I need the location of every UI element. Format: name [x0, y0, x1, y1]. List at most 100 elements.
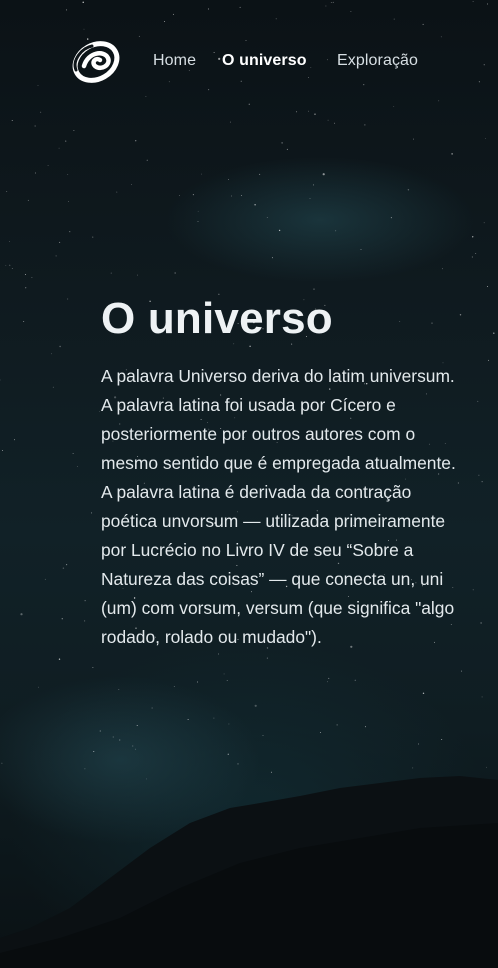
star: [422, 692, 425, 694]
star: [9, 241, 11, 243]
star: [461, 670, 463, 672]
star: [137, 274, 138, 276]
star: [99, 411, 101, 413]
star: [50, 353, 52, 355]
star: [20, 613, 23, 616]
star: [164, 21, 166, 22]
star: [93, 751, 95, 752]
star: [223, 673, 225, 675]
star: [23, 321, 25, 323]
star: [472, 236, 474, 238]
star: [328, 677, 330, 679]
star: [172, 13, 174, 15]
star: [475, 252, 477, 254]
star: [82, 1, 84, 3]
star: [364, 124, 366, 126]
star: [6, 190, 8, 192]
star: [487, 285, 488, 287]
star: [110, 272, 112, 274]
star: [197, 220, 199, 222]
star: [116, 191, 118, 193]
star: [9, 264, 11, 266]
star: [11, 267, 13, 269]
star: [91, 512, 93, 514]
star: [92, 236, 94, 238]
star: [275, 18, 277, 20]
mountain-silhouette: [0, 776, 498, 968]
star: [313, 184, 314, 186]
star: [47, 165, 49, 167]
star: [187, 719, 189, 720]
star: [69, 231, 71, 233]
star: [83, 28, 85, 30]
nav-link-o-universo[interactable]: O universo: [222, 52, 307, 70]
star: [66, 9, 68, 11]
page-title: O universo: [101, 294, 333, 343]
star: [25, 287, 27, 289]
star: [481, 696, 483, 698]
swirl-logo-icon[interactable]: [70, 40, 122, 84]
star: [197, 681, 198, 683]
star: [484, 138, 486, 140]
star: [483, 222, 485, 224]
star: [229, 121, 231, 123]
main-content: O universo A palavra Universo deriva do …: [101, 292, 461, 652]
star: [390, 217, 392, 219]
star: [119, 739, 121, 741]
star: [334, 122, 336, 124]
star: [145, 95, 147, 97]
star: [296, 111, 298, 113]
star: [138, 35, 140, 37]
star: [11, 120, 13, 121]
star: [59, 345, 61, 348]
star: [480, 622, 482, 624]
star: [364, 726, 366, 728]
star: [208, 89, 210, 91]
star: [207, 8, 209, 10]
star: [76, 466, 78, 468]
star: [24, 273, 26, 275]
star: [441, 738, 443, 740]
star: [213, 717, 215, 719]
star: [231, 195, 232, 197]
star: [34, 125, 36, 127]
star: [477, 400, 479, 402]
star: [84, 600, 86, 602]
star: [308, 110, 309, 112]
star: [248, 103, 250, 106]
star: [472, 0, 474, 2]
star: [239, 6, 241, 8]
star: [478, 474, 480, 476]
star: [472, 589, 474, 591]
star: [487, 3, 488, 5]
star: [72, 452, 74, 454]
nav-link-exploracao[interactable]: Exploração: [337, 52, 418, 70]
star: [413, 138, 414, 140]
star: [393, 18, 395, 20]
star: [262, 735, 264, 737]
star: [313, 288, 315, 290]
star: [55, 255, 57, 257]
star: [350, 10, 352, 12]
star: [178, 195, 180, 196]
star: [132, 745, 134, 747]
star: [237, 763, 239, 765]
nav-link-home[interactable]: Home: [153, 52, 196, 70]
star: [2, 450, 3, 451]
star: [407, 189, 410, 191]
star: [174, 272, 176, 274]
star: [393, 106, 395, 108]
star: [31, 276, 33, 278]
star: [192, 194, 194, 196]
star: [5, 264, 7, 266]
star: [14, 439, 16, 441]
star: [73, 130, 75, 132]
star: [40, 111, 42, 113]
top-navigation: Home O universo Exploração: [0, 38, 498, 86]
star: [118, 689, 120, 691]
star: [266, 217, 268, 219]
star: [314, 113, 316, 115]
star: [360, 249, 362, 251]
star: [418, 743, 419, 745]
star: [92, 667, 94, 668]
